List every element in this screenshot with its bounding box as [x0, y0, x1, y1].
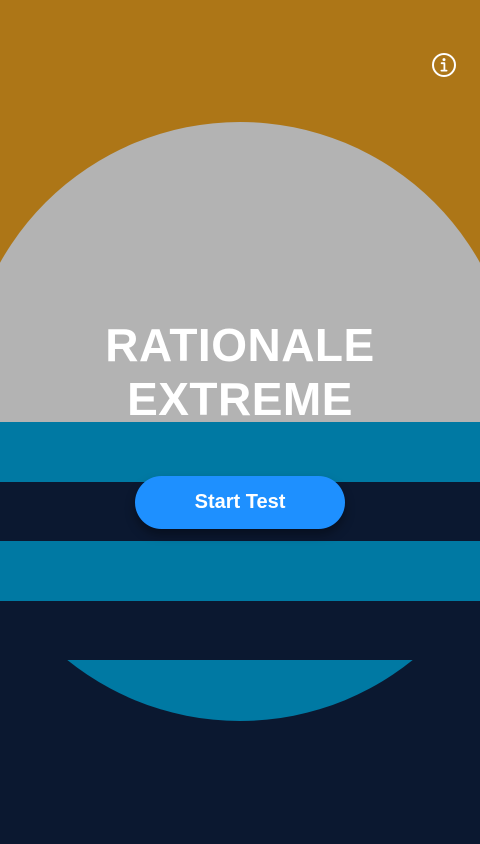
app-title-line-1: RATIONALE: [105, 319, 375, 371]
info-button[interactable]: [431, 52, 457, 78]
info-circle-icon: [432, 53, 456, 77]
app-title: RATIONALE EXTREME: [0, 318, 480, 426]
sun-reflection-shape: [0, 660, 480, 721]
water-band-top: [0, 422, 480, 482]
app-title-line-2: EXTREME: [127, 373, 353, 425]
water-band-middle: [0, 541, 480, 601]
sun-reflection: [0, 660, 480, 721]
start-screen: RATIONALE EXTREME Start Test: [0, 0, 480, 844]
start-test-button[interactable]: Start Test: [135, 476, 345, 529]
